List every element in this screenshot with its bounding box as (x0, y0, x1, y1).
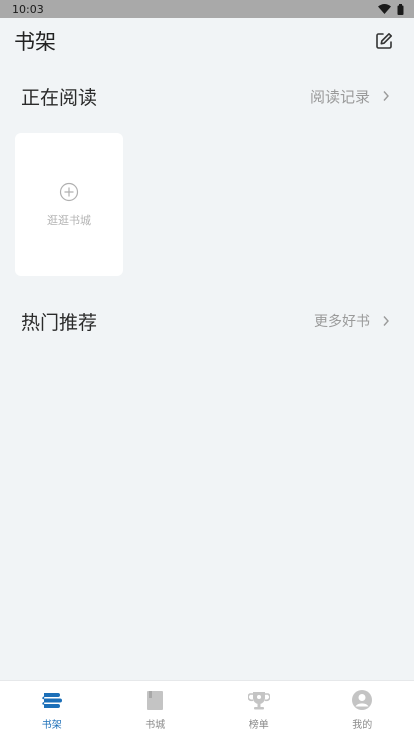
hot-section-header: 热门推荐 更多好书 (0, 301, 414, 341)
nav-label-mine: 我的 (352, 719, 373, 731)
status-bar: 10:03 (0, 0, 414, 18)
reading-section-header: 正在阅读 阅读记录 (0, 76, 414, 116)
nav-item-bookshelf[interactable]: 书架 (12, 688, 92, 731)
more-books-label: 更多好书 (314, 314, 370, 330)
reading-section-title: 正在阅读 (21, 86, 98, 109)
edit-icon (376, 33, 392, 49)
user-avatar-icon (350, 688, 374, 712)
nav-label-bookstore: 书城 (145, 719, 166, 731)
battery-icon (397, 3, 404, 15)
chevron-right-icon (383, 316, 389, 326)
browse-store-card[interactable]: 逛逛书城 (15, 133, 123, 276)
trophy-icon (247, 688, 271, 712)
reading-history-label: 阅读记录 (309, 87, 370, 106)
bookshelf-icon (40, 688, 64, 712)
nav-label-ranking: 榜单 (248, 719, 269, 731)
nav-item-mine[interactable]: 我的 (322, 688, 402, 731)
status-time: 10:03 (12, 2, 44, 16)
top-bar: 书架 (0, 18, 414, 64)
wifi-icon (378, 4, 391, 14)
book-icon (143, 688, 167, 712)
more-books-link[interactable]: 更多好书 (314, 311, 390, 331)
hot-section-title: 热门推荐 (21, 311, 98, 334)
bottom-nav: 书架 书城 榜单 我的 (0, 680, 414, 737)
reading-history-link[interactable]: 阅读记录 (310, 86, 390, 107)
edit-button[interactable] (372, 29, 396, 53)
nav-item-ranking[interactable]: 榜单 (219, 688, 299, 731)
page-title: 书架 (14, 30, 56, 54)
nav-label-bookshelf: 书架 (41, 719, 62, 731)
browse-store-label: 逛逛书城 (47, 213, 91, 227)
nav-item-bookstore[interactable]: 书城 (115, 688, 195, 731)
status-icons (378, 3, 404, 15)
chevron-right-icon (383, 91, 389, 101)
plus-circle-icon (59, 182, 79, 201)
